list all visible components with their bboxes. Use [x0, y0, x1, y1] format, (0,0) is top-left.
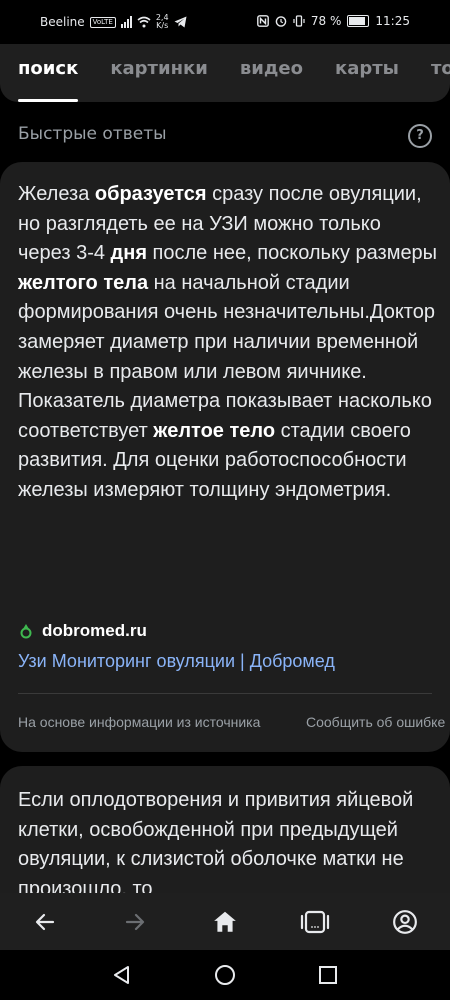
- quick-answer-card: Железа образуется сразу после овуляции, …: [0, 162, 450, 752]
- section-title: Быстрые ответы: [18, 124, 167, 144]
- browser-toolbar: [0, 893, 450, 950]
- profile-button[interactable]: [385, 902, 425, 942]
- status-bar: Beeline VoLTE 2,4 K/s 78 % 11:25: [0, 0, 450, 44]
- battery-percent: 78 %: [310, 14, 342, 28]
- tabs-icon: [300, 910, 330, 933]
- arrow-left-icon: [35, 913, 55, 930]
- answer-bold-segment: желтое тело: [153, 419, 276, 442]
- answer-bold-segment: желтого тела: [18, 271, 149, 294]
- search-tabs-bar: поиск картинки видео карты товары: [0, 44, 450, 102]
- system-back-button[interactable]: [107, 960, 137, 990]
- status-right: 78 % 11:25: [257, 14, 410, 28]
- arrow-right-icon: [125, 913, 145, 930]
- answer-segment: на начальной стадии формирования очень н…: [18, 271, 435, 442]
- system-home-button[interactable]: [210, 960, 240, 990]
- answer-segment: Железа: [18, 183, 95, 205]
- source-site[interactable]: dobromed.ru: [18, 621, 147, 641]
- volte-badge: VoLTE: [89, 16, 116, 28]
- triangle-back-icon: [113, 966, 129, 984]
- answer-segment: после нее, поскольку размеры: [147, 242, 438, 265]
- source-link[interactable]: Узи Мониторинг овуляции | Добромед: [18, 651, 335, 672]
- answer-text: Железа образуется сразу после овуляции, …: [18, 180, 438, 506]
- signal-icon: [120, 16, 132, 28]
- profile-icon: [393, 909, 417, 934]
- source-note: На основе информации из источника: [18, 714, 261, 730]
- net-speed-unit: K/s: [156, 21, 169, 30]
- alarm-icon: [275, 16, 287, 27]
- question-circle-icon[interactable]: ?: [408, 124, 432, 148]
- divider: [18, 693, 432, 694]
- forward-button[interactable]: [115, 902, 155, 942]
- circle-home-icon: [214, 965, 235, 985]
- square-recents-icon: [319, 966, 338, 984]
- answer-bold-segment: дня: [110, 242, 147, 265]
- home-icon: [214, 911, 236, 932]
- card-footer: На основе информации из источника Сообщи…: [18, 714, 450, 730]
- tab-search[interactable]: поиск: [18, 58, 79, 102]
- quick-answers-header: Быстрые ответы ?: [18, 124, 432, 148]
- system-recents-button[interactable]: [313, 960, 343, 990]
- vibrate-icon: [293, 15, 305, 27]
- tab-images[interactable]: картинки: [110, 58, 208, 102]
- wifi-icon: [137, 16, 151, 28]
- source-domain[interactable]: dobromed.ru: [42, 621, 147, 641]
- status-left: Beeline VoLTE 2,4 K/s: [40, 14, 187, 30]
- dobromed-logo-icon: [20, 624, 32, 639]
- net-speed: 2,4 K/s: [156, 14, 169, 30]
- back-button[interactable]: [25, 902, 65, 942]
- home-button[interactable]: [205, 902, 245, 942]
- tab-maps[interactable]: карты: [335, 58, 399, 102]
- report-error-link[interactable]: Сообщить об ошибке: [306, 714, 445, 730]
- tab-video[interactable]: видео: [240, 58, 303, 102]
- answer-bold-segment: образуется: [94, 183, 207, 205]
- tab-products[interactable]: товары: [431, 58, 450, 102]
- tabs-button[interactable]: [295, 902, 335, 942]
- nfc-icon: [257, 15, 269, 27]
- telegram-icon: [174, 16, 187, 28]
- clock: 11:25: [375, 14, 410, 28]
- carrier-name: Beeline: [40, 15, 85, 29]
- battery-icon: [347, 15, 370, 27]
- search-tabs: поиск картинки видео карты товары: [18, 58, 450, 102]
- system-navigation: [0, 950, 450, 1000]
- answer2-text: Если оплодотворения и привития яйцевой к…: [18, 789, 414, 900]
- second-answer-card: Если оплодотворения и привития яйцевой к…: [0, 766, 450, 906]
